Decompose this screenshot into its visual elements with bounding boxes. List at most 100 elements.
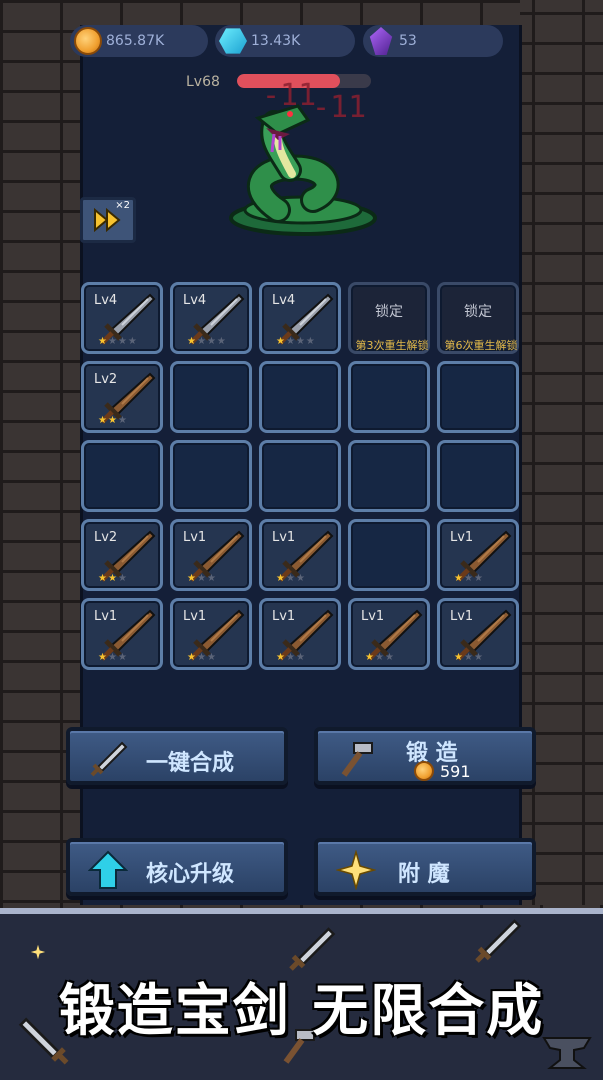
star-icon: ★ [187,336,197,347]
sword-slot[interactable]: Lv1 ★★★ [259,519,341,591]
lock-title: 锁定 [464,304,492,320]
sword-slot[interactable]: Lv1 ★★★ [437,598,519,670]
star-icon: ★ [473,652,484,663]
empty-slot[interactable] [259,361,341,433]
star-icon: ★ [206,573,217,584]
star-rating: ★★★ [454,652,484,663]
empty-slot[interactable] [170,361,252,433]
promo-banner: 锻造宝剑 无限合成 [0,908,603,1080]
crystal-counter: 53 [363,25,503,57]
star-icon: ★ [117,415,128,426]
star-icon: ★ [276,573,286,584]
core-upgrade-button[interactable]: 核心升级 [66,838,288,896]
star-icon: ★ [98,573,108,584]
star-icon: ★ [365,652,375,663]
locked-slot: 锁定 第3次重生解锁 [348,282,430,354]
enchant-label: 附 魔 [398,862,450,887]
star-icon: ★ [196,573,207,584]
star-rating: ★★★★ [187,336,227,347]
star-rating: ★★★ [98,573,128,584]
empty-slot[interactable] [437,440,519,512]
star-icon: ★ [463,652,474,663]
sword-level: Lv1 [450,609,474,624]
snake-boss[interactable] [218,100,388,240]
star-rating: ★★★ [187,573,217,584]
speed-multiplier: ×2 [115,200,130,211]
star-icon: ★ [98,336,108,347]
star-icon: ★ [107,573,118,584]
star-icon: ★ [295,336,306,347]
sword-level: Lv2 [94,372,118,387]
sword-slot[interactable]: Lv1 ★★★ [170,519,252,591]
crystal-amount: 53 [399,33,417,49]
star-icon: ★ [216,336,227,347]
star-rating: ★★★ [98,652,128,663]
star-icon: ★ [454,573,464,584]
empty-slot[interactable] [348,440,430,512]
core-upgrade-label: 核心升级 [146,862,235,887]
star-icon: ★ [206,652,217,663]
sword-level: Lv2 [94,530,118,545]
sword-icon [475,919,522,963]
sword-slot[interactable]: Lv4 ★★★★ [170,282,252,354]
sword-level: Lv1 [183,609,207,624]
star-icon: ★ [187,573,197,584]
coin-icon [414,761,434,781]
gem-icon [219,28,247,54]
star-icon: ★ [107,336,118,347]
gem-counter: 13.43K [215,25,355,57]
sword-slot[interactable]: Lv1 ★★★ [81,598,163,670]
sword-slot[interactable]: Lv1 ★★★ [259,598,341,670]
star-rating: ★★★ [365,652,395,663]
star-icon: ★ [473,573,484,584]
lock-title: 锁定 [375,304,403,320]
empty-slot[interactable] [348,361,430,433]
star-icon: ★ [454,652,464,663]
star-icon: ★ [276,652,286,663]
empty-slot[interactable] [259,440,341,512]
star-rating: ★★★★ [276,336,316,347]
speed-up-button[interactable]: ×2 [80,197,136,243]
star-icon: ★ [187,652,197,663]
star-icon: ★ [463,573,474,584]
star-icon: ★ [285,573,296,584]
merge-all-button[interactable]: 一键合成 [66,727,288,785]
star-rating: ★★★ [276,573,306,584]
star-icon: ★ [127,336,138,347]
locked-slot: 锁定 第6次重生解锁 [437,282,519,354]
arrow-up-icon [88,850,128,889]
sword-slot[interactable]: Lv1 ★★★ [437,519,519,591]
fast-forward-icon [94,208,121,232]
sword-slot[interactable]: Lv4 ★★★★ [81,282,163,354]
star-icon: ★ [117,652,128,663]
empty-slot[interactable] [170,440,252,512]
sword-slot[interactable]: Lv1 ★★★ [170,598,252,670]
sword-icon [90,741,128,777]
slogan: 锻造宝剑 无限合成 [58,979,545,1044]
hammer-icon [341,742,373,777]
star-icon: ★ [196,652,207,663]
merge-all-label: 一键合成 [146,751,235,776]
star-icon: ★ [107,415,118,426]
forge-cost-value: 591 [440,761,471,781]
star-icon: ★ [98,415,108,426]
star-icon: ★ [374,652,385,663]
empty-slot[interactable] [81,440,163,512]
sword-level: Lv1 [450,530,474,545]
gem-amount: 13.43K [251,33,301,49]
empty-slot[interactable] [348,519,430,591]
star-rating: ★★★ [276,652,306,663]
forge-button[interactable]: 锻 造 591 [314,727,536,785]
coin-icon [74,27,102,55]
sword-slot[interactable]: Lv2 ★★★ [81,519,163,591]
sword-level: Lv1 [183,530,207,545]
star-icon: ★ [384,652,395,663]
sword-slot[interactable]: Lv1 ★★★ [348,598,430,670]
star-icon: ★ [276,336,286,347]
enchant-button[interactable]: 附 魔 [314,838,536,896]
sword-level: Lv1 [94,609,118,624]
empty-slot[interactable] [437,361,519,433]
gold-amount: 865.87K [106,33,165,49]
sword-slot[interactable]: Lv4 ★★★★ [259,282,341,354]
sword-slot[interactable]: Lv2 ★★★ [81,361,163,433]
